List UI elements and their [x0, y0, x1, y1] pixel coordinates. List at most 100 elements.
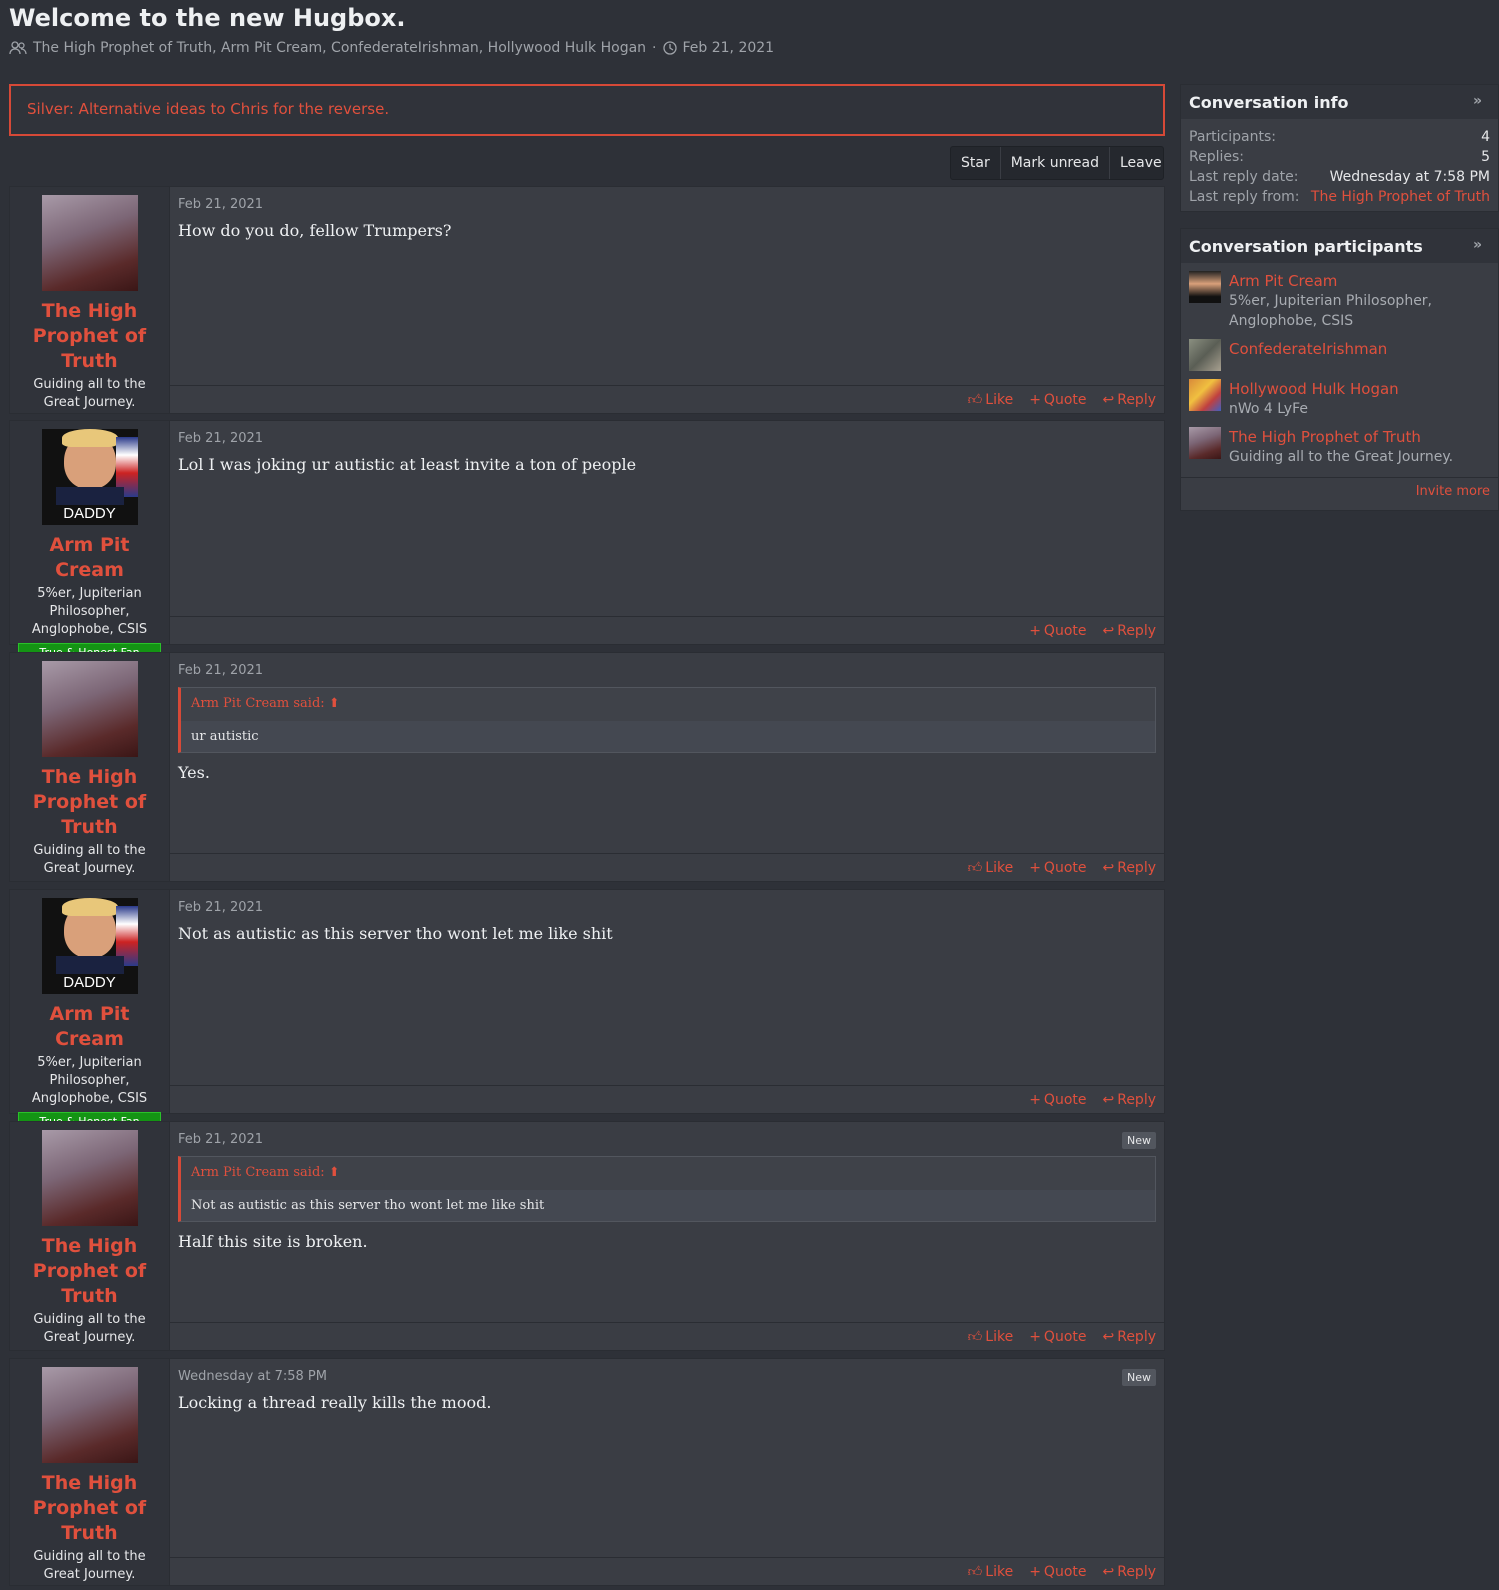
message-date[interactable]: Feb 21, 2021	[178, 663, 263, 678]
mark-unread-button[interactable]: Mark unread	[1001, 147, 1110, 179]
message-footer: 👍︎ Like + Quote ↩ Reply	[170, 385, 1164, 413]
participant-name[interactable]: The High Prophet of Truth	[1229, 427, 1453, 447]
username[interactable]: The High Prophet of Truth	[10, 765, 169, 840]
reply-button[interactable]: ↩ Reply	[1102, 1564, 1156, 1580]
participant-item: Hollywood Hulk Hogan nWo 4 LyFe	[1181, 379, 1498, 419]
participant-name[interactable]: Hollywood Hulk Hogan	[1229, 379, 1399, 399]
quote-label: Quote	[1043, 622, 1087, 639]
quote-button[interactable]: + Quote	[1029, 392, 1086, 408]
reply-button[interactable]: ↩ Reply	[1102, 1092, 1156, 1108]
panel-header: Conversation participants »	[1181, 229, 1498, 263]
username[interactable]: The High Prophet of Truth	[10, 299, 169, 374]
quote-button[interactable]: + Quote	[1029, 1329, 1086, 1345]
like-button[interactable]: 👍︎ Like	[968, 1563, 1014, 1581]
message-body: Feb 21, 2021 How do you do, fellow Trump…	[170, 187, 1164, 413]
info-value: Wednesday at 7:58 PM	[1329, 169, 1490, 185]
message-date[interactable]: Feb 21, 2021	[178, 197, 263, 212]
meta-separator: ·	[652, 40, 657, 56]
avatar[interactable]: DADDY	[41, 898, 138, 994]
quote-block: Arm Pit Cream said: ⬆ Not as autistic as…	[178, 1156, 1156, 1222]
quote-button[interactable]: + Quote	[1029, 1092, 1086, 1108]
quote-text: ur autistic	[181, 721, 1155, 752]
user-title: 5%er, Jupiterian Philosopher, Anglophobe…	[31, 1055, 148, 1106]
message-text: Locking a thread really kills the mood.	[178, 1393, 492, 1412]
message-text: How do you do, fellow Trumpers?	[178, 221, 452, 240]
like-label: Like	[985, 859, 1014, 876]
message: The High Prophet of Truth Guiding all to…	[9, 186, 1165, 414]
conversation-actions: Star Mark unread Leave	[950, 146, 1164, 180]
reply-label: Reply	[1117, 1563, 1156, 1580]
reply-button[interactable]: ↩ Reply	[1102, 392, 1156, 408]
message-date[interactable]: Feb 21, 2021	[178, 1132, 263, 1147]
collapse-chevron-icon[interactable]: »	[1473, 93, 1482, 109]
avatar[interactable]: DADDY	[41, 429, 138, 525]
message: DADDY Arm Pit Cream 5%er, Jupiterian Phi…	[9, 420, 1165, 662]
message-body: Feb 21, 2021 New Arm Pit Cream said: ⬆ N…	[170, 1122, 1164, 1350]
like-button[interactable]: 👍︎ Like	[968, 859, 1014, 877]
leave-button[interactable]: Leave	[1110, 147, 1172, 179]
message-date[interactable]: Wednesday at 7:58 PM	[178, 1369, 327, 1384]
reply-button[interactable]: ↩ Reply	[1102, 1329, 1156, 1345]
like-label: Like	[985, 391, 1014, 408]
reply-icon: ↩	[1102, 1091, 1115, 1108]
participant-item: The High Prophet of Truth Guiding all to…	[1181, 427, 1498, 467]
avatar[interactable]	[1189, 379, 1221, 411]
message: The High Prophet of Truth Guiding all to…	[9, 1121, 1165, 1351]
like-button[interactable]: 👍︎ Like	[967, 1328, 1014, 1346]
message-date[interactable]: Feb 21, 2021	[178, 431, 263, 446]
username[interactable]: The High Prophet of Truth	[10, 1471, 169, 1546]
reply-button[interactable]: ↩ Reply	[1102, 860, 1156, 876]
avatar[interactable]	[1189, 427, 1221, 459]
user-title: Guiding all to the Great Journey.	[33, 377, 146, 410]
plus-icon: +	[1029, 622, 1041, 639]
quote-header[interactable]: Arm Pit Cream said: ⬆	[181, 688, 1155, 721]
last-reply-user-link[interactable]: The High Prophet of Truth	[1311, 187, 1490, 207]
participant-title: 5%er, Jupiterian Philosopher, Anglophobe…	[1229, 293, 1433, 329]
quote-label: Quote	[1043, 1563, 1087, 1580]
username[interactable]: The High Prophet of Truth	[10, 1234, 169, 1309]
panel-heading: Conversation info	[1189, 93, 1349, 112]
avatar[interactable]	[41, 195, 138, 291]
like-button[interactable]: 👍︎ Like	[968, 391, 1014, 409]
message-user-panel: DADDY Arm Pit Cream 5%er, Jupiterian Phi…	[10, 421, 170, 662]
participants-list[interactable]: The High Prophet of Truth, Arm Pit Cream…	[33, 40, 646, 56]
avatar[interactable]	[41, 1130, 138, 1226]
quote-author: Arm Pit Cream said:	[191, 696, 325, 711]
panel-heading: Conversation participants	[1189, 237, 1423, 256]
avatar[interactable]	[41, 1367, 138, 1463]
like-label: Like	[985, 1328, 1014, 1345]
quote-label: Quote	[1043, 1091, 1087, 1108]
quote-header[interactable]: Arm Pit Cream said: ⬆	[181, 1157, 1155, 1190]
message-date[interactable]: Feb 21, 2021	[178, 900, 263, 915]
message-text: Not as autistic as this server tho wont …	[178, 924, 613, 943]
conversation-meta: The High Prophet of Truth, Arm Pit Cream…	[9, 40, 774, 56]
avatar[interactable]	[41, 661, 138, 757]
reply-icon: ↩	[1102, 1328, 1115, 1345]
quote-button[interactable]: + Quote	[1029, 1564, 1086, 1580]
collapse-chevron-icon[interactable]: »	[1473, 237, 1482, 253]
quote-button[interactable]: + Quote	[1029, 860, 1086, 876]
star-button[interactable]: Star	[951, 147, 1001, 179]
message: The High Prophet of Truth Guiding all to…	[9, 1358, 1165, 1586]
start-date: Feb 21, 2021	[682, 40, 775, 56]
plus-icon: +	[1029, 391, 1041, 408]
message-user-panel: The High Prophet of Truth Guiding all to…	[10, 653, 170, 881]
avatar[interactable]	[1189, 271, 1221, 303]
message-user-panel: The High Prophet of Truth Guiding all to…	[10, 187, 170, 413]
quote-button[interactable]: + Quote	[1029, 623, 1086, 639]
message-user-panel: DADDY Arm Pit Cream 5%er, Jupiterian Phi…	[10, 890, 170, 1131]
participant-name[interactable]: Arm Pit Cream	[1229, 271, 1490, 291]
thumbs-up-icon: 👍︎	[967, 1329, 983, 1345]
invite-more-link[interactable]: Invite more	[1181, 477, 1498, 505]
participant-title: Guiding all to the Great Journey.	[1229, 449, 1454, 465]
message-body: Feb 21, 2021 Lol I was joking ur autisti…	[170, 421, 1164, 644]
participant-name[interactable]: ConfederateIrishman	[1229, 339, 1387, 359]
plus-icon: +	[1029, 1091, 1041, 1108]
plus-icon: +	[1029, 859, 1041, 876]
username[interactable]: Arm Pit Cream	[10, 1002, 169, 1052]
avatar[interactable]	[1189, 339, 1221, 371]
reply-label: Reply	[1117, 859, 1156, 876]
quote-block: Arm Pit Cream said: ⬆ ur autistic	[178, 687, 1156, 753]
username[interactable]: Arm Pit Cream	[10, 533, 169, 583]
reply-button[interactable]: ↩ Reply	[1102, 623, 1156, 639]
